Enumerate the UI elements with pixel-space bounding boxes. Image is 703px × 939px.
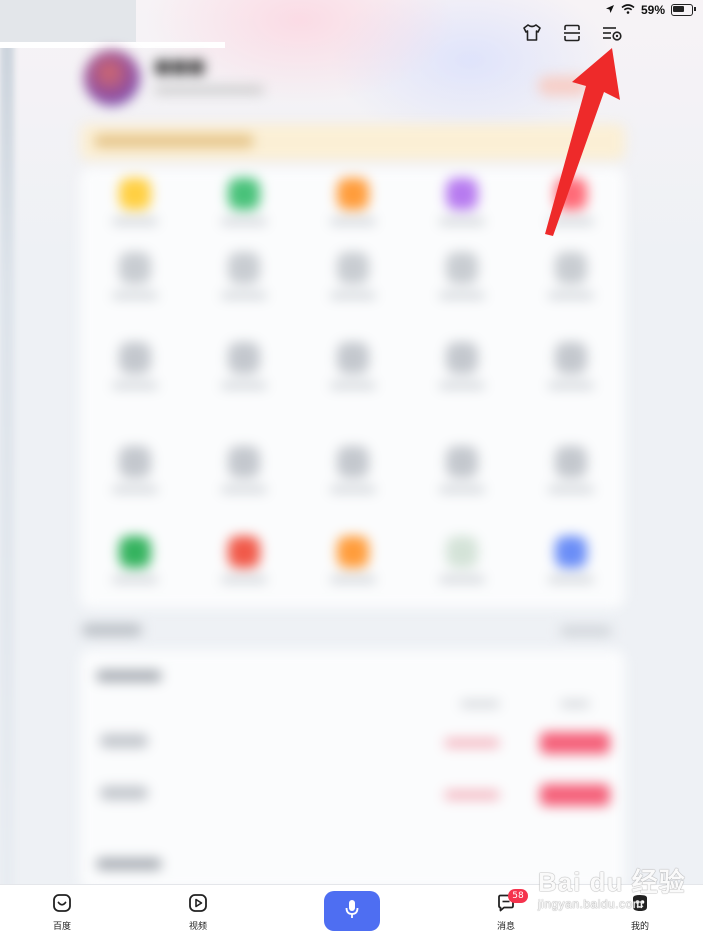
service-row-3 bbox=[80, 342, 625, 389]
tab-label: 视频 bbox=[188, 922, 207, 932]
vip-banner-blurred bbox=[80, 124, 625, 160]
blurred-page-content: ■■■ bbox=[0, 0, 703, 938]
location-arrow-icon bbox=[605, 3, 615, 17]
status-bar: 59% bbox=[605, 2, 696, 18]
service-row-colored bbox=[80, 178, 625, 225]
avatar bbox=[84, 50, 140, 106]
message-count-badge: 58 bbox=[508, 889, 528, 903]
wifi-icon bbox=[621, 3, 635, 17]
battery-percent: 59% bbox=[640, 3, 665, 17]
service-row-colored-2 bbox=[80, 536, 625, 583]
tab-label: 百度 bbox=[52, 922, 71, 932]
tshirt-skin-icon[interactable] bbox=[518, 20, 546, 46]
tab-label: 消息 bbox=[496, 922, 515, 932]
tab-baidu[interactable]: 百度 bbox=[40, 893, 84, 932]
watermark-brand: Bai du 经验 bbox=[538, 867, 686, 897]
settings-list-icon[interactable] bbox=[598, 20, 626, 46]
header-pill-blurred bbox=[538, 76, 588, 96]
baidu-jingyan-watermark: Bai du 经验 jingyan.baidu.com bbox=[538, 862, 698, 922]
tab-video[interactable]: 视频 bbox=[176, 893, 220, 932]
play-icon bbox=[188, 893, 208, 917]
section-more-blurred bbox=[560, 626, 612, 636]
service-row-2 bbox=[80, 252, 625, 299]
user-subline-blurred bbox=[154, 86, 264, 94]
section-title-blurred bbox=[82, 624, 142, 636]
voice-search-button[interactable] bbox=[324, 891, 380, 931]
orders-card bbox=[80, 650, 625, 890]
service-row-4 bbox=[80, 446, 625, 493]
user-name-blurred: ■■■ bbox=[154, 56, 206, 77]
microphone-icon bbox=[345, 899, 359, 923]
watermark-url: jingyan.baidu.com bbox=[538, 897, 644, 911]
scan-icon[interactable] bbox=[558, 20, 586, 46]
top-toolbar bbox=[518, 20, 626, 46]
battery-icon bbox=[671, 4, 696, 16]
baidu-home-icon bbox=[52, 893, 72, 917]
